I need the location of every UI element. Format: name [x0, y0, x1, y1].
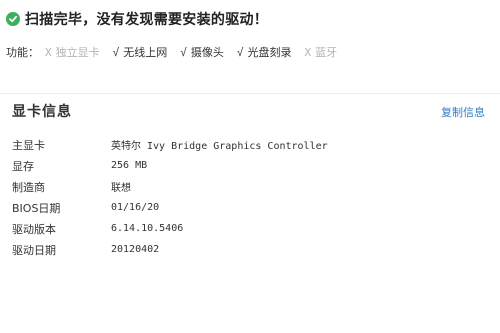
check-circle-icon: [6, 12, 20, 26]
feature-disc-burning: √ 光盘刻录: [237, 44, 292, 60]
info-row-vram: 显存 256 MB: [12, 155, 328, 176]
feature-bluetooth: X 蓝牙: [305, 44, 338, 60]
feature-camera: √ 摄像头: [180, 44, 224, 60]
info-value: 256 MB: [111, 160, 148, 171]
info-row-driver-date: 驱动日期 20120402: [12, 239, 328, 260]
info-value: 英特尔 Ivy Bridge Graphics Controller: [111, 141, 328, 152]
info-row-driver-version: 驱动版本 6.14.10.5406: [12, 218, 328, 239]
feature-discrete-graphics: X 独立显卡: [45, 44, 100, 60]
feature-name: 蓝牙: [315, 46, 338, 59]
features-label: 功能：: [6, 46, 39, 59]
feature-name: 独立显卡: [55, 46, 100, 59]
checkmark-icon: √: [236, 45, 244, 59]
info-key: 主显卡: [12, 138, 45, 152]
feature-list: 功能： X 独立显卡 √ 无线上网 √ 摄像头 √ 光盘刻录 X 蓝牙: [6, 44, 350, 60]
info-row-manufacturer: 制造商 联想: [12, 176, 328, 197]
info-value: 20120402: [111, 244, 160, 255]
info-key: 显存: [12, 159, 34, 173]
section-title: 显卡信息: [12, 104, 72, 120]
graphics-info-table: 主显卡 英特尔 Ivy Bridge Graphics Controller 显…: [12, 134, 328, 260]
cross-icon: X: [304, 45, 312, 59]
checkmark-icon: √: [180, 45, 187, 59]
feature-name: 无线上网: [123, 46, 168, 59]
info-value: 01/16/20: [111, 202, 160, 213]
scan-status-text: 扫描完毕，没有发现需要安装的驱动！: [25, 12, 269, 28]
info-key: BIOS日期: [12, 201, 61, 215]
info-key: 驱动版本: [12, 222, 56, 236]
feature-name: 摄像头: [190, 46, 224, 59]
info-row-main-gpu: 主显卡 英特尔 Ivy Bridge Graphics Controller: [12, 134, 328, 155]
info-row-bios-date: BIOS日期 01/16/20: [12, 197, 328, 218]
checkmark-icon: √: [112, 45, 120, 59]
divider: [0, 93, 500, 94]
scan-status: 扫描完毕，没有发现需要安装的驱动！: [6, 9, 268, 29]
info-key: 制造商: [12, 180, 45, 194]
feature-wireless: √ 无线上网: [113, 44, 168, 60]
info-value: 6.14.10.5406: [111, 223, 184, 234]
info-value: 联想: [111, 183, 131, 194]
cross-icon: X: [45, 45, 52, 59]
copy-info-link[interactable]: 复制信息: [441, 104, 485, 120]
info-key: 驱动日期: [12, 243, 56, 257]
feature-name: 光盘刻录: [247, 46, 292, 59]
